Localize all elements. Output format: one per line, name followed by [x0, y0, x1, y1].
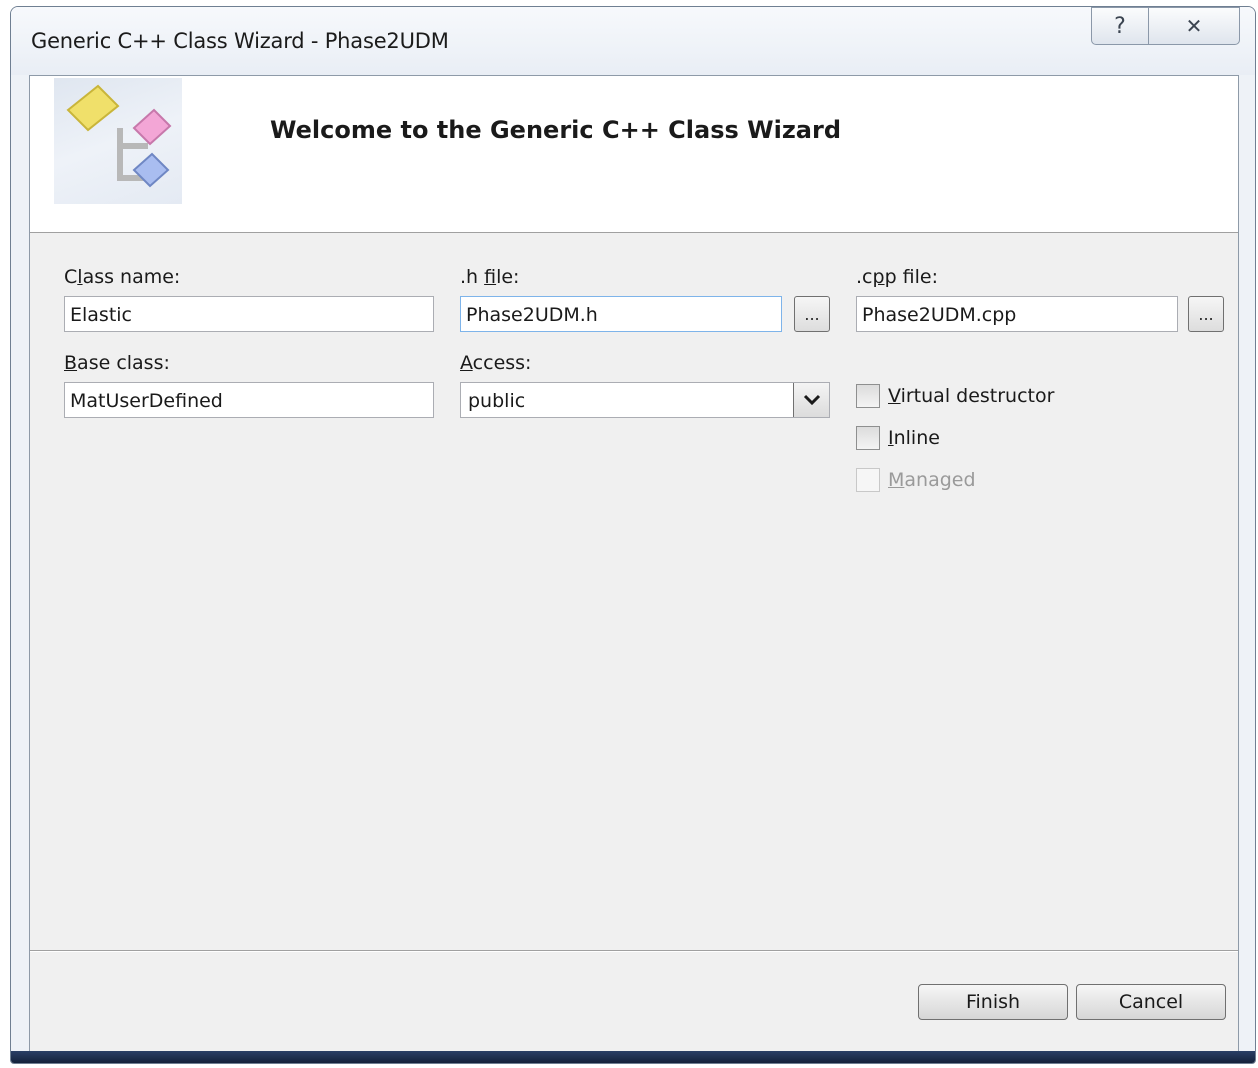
wizard-window: Generic C++ Class Wizard - Phase2UDM ? ✕…	[10, 6, 1256, 1064]
footer-separator	[30, 950, 1238, 952]
cpp-file-label: .cpp file:	[856, 266, 938, 288]
virtual-destructor-checkbox[interactable]: Virtual destructor	[856, 384, 1054, 408]
header-banner: Welcome to the Generic C++ Class Wizard	[30, 76, 1238, 233]
header-title: Welcome to the Generic C++ Class Wizard	[270, 116, 841, 144]
inline-checkbox[interactable]: Inline	[856, 426, 940, 450]
base-class-input[interactable]: MatUserDefined	[64, 382, 434, 418]
access-dropdown[interactable]: public	[460, 382, 830, 418]
title-bar[interactable]: Generic C++ Class Wizard - Phase2UDM ? ✕	[11, 7, 1255, 75]
managed-checkbox: Managed	[856, 468, 976, 492]
virtual-destructor-box[interactable]	[856, 384, 880, 408]
managed-label: Managed	[888, 469, 976, 491]
finish-button[interactable]: Finish	[918, 984, 1068, 1020]
cancel-button[interactable]: Cancel	[1076, 984, 1226, 1020]
dialog-client-area: Welcome to the Generic C++ Class Wizard …	[29, 75, 1239, 1053]
h-file-input[interactable]: Phase2UDM.h	[460, 296, 782, 332]
class-name-input[interactable]: Elastic	[64, 296, 434, 332]
access-label: Access:	[460, 352, 532, 374]
class-diagram-icon	[54, 78, 182, 204]
h-file-label: .h file:	[460, 266, 520, 288]
close-icon: ✕	[1185, 14, 1203, 38]
access-selected-value: public	[468, 390, 526, 412]
window-bottom-border	[11, 1051, 1255, 1063]
close-button[interactable]: ✕	[1148, 7, 1240, 45]
inline-label: Inline	[888, 427, 940, 449]
help-button[interactable]: ?	[1091, 7, 1149, 45]
virtual-destructor-label: Virtual destructor	[888, 385, 1055, 407]
chevron-down-icon[interactable]	[793, 383, 829, 417]
help-icon: ?	[1114, 13, 1126, 39]
window-title: Generic C++ Class Wizard - Phase2UDM	[31, 29, 449, 53]
base-class-label: Base class:	[64, 352, 170, 374]
managed-box	[856, 468, 880, 492]
class-name-label: Class name:	[64, 266, 181, 288]
inline-box[interactable]	[856, 426, 880, 450]
h-file-browse-button[interactable]: ...	[794, 296, 830, 332]
cpp-file-browse-button[interactable]: ...	[1188, 296, 1224, 332]
cpp-file-input[interactable]: Phase2UDM.cpp	[856, 296, 1178, 332]
